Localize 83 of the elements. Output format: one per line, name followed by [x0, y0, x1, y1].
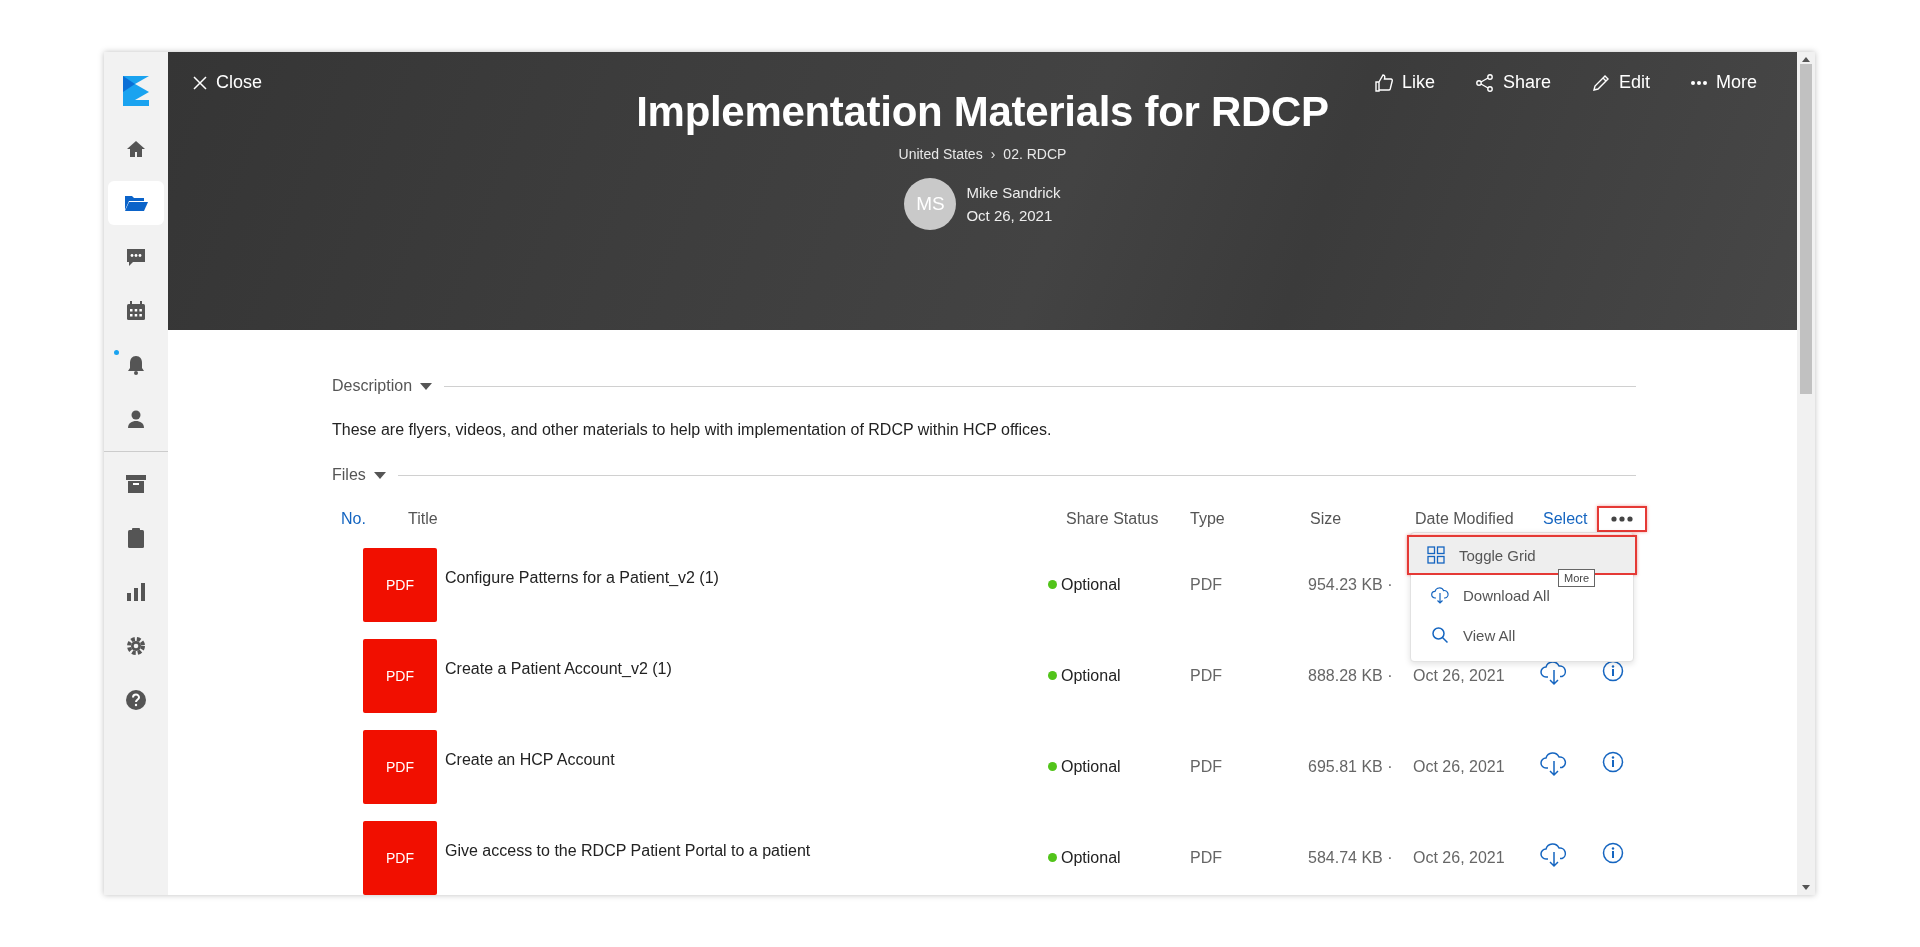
file-size: 695.81 KB · [1308, 757, 1393, 776]
more-button[interactable]: More [1688, 70, 1759, 95]
column-header[interactable]: Date Modified [1415, 510, 1514, 528]
search-icon [1431, 626, 1449, 644]
status-dot [1048, 580, 1057, 589]
caret-icon [420, 382, 433, 390]
breadcrumb-link[interactable]: 02. RDCP [1003, 146, 1067, 162]
like-button[interactable]: Like [1371, 70, 1437, 95]
select-link[interactable]: Select [1543, 510, 1588, 528]
pdf-thumbnail[interactable]: PDF [363, 820, 437, 895]
help-icon [125, 689, 147, 711]
pdf-thumbnail[interactable]: PDF [363, 547, 437, 622]
caret-icon [373, 471, 386, 479]
more-icon [1690, 79, 1708, 86]
section-toggle[interactable]: Description [332, 377, 433, 395]
clipboard-icon [125, 527, 147, 549]
post-date: Oct 26, 2021 [966, 207, 1054, 224]
info-icon[interactable] [1602, 841, 1624, 864]
share-button[interactable]: Share [1472, 70, 1553, 95]
file-type: PDF [1190, 848, 1222, 867]
grid-icon [1427, 546, 1445, 564]
date-modified: Oct 26, 2021 [1413, 757, 1505, 776]
column-header[interactable]: No. [341, 510, 366, 528]
section-toggle[interactable]: Files [332, 466, 386, 484]
menu-item[interactable]: View All [1411, 615, 1633, 655]
breadcrumb-link[interactable]: United States [898, 146, 983, 162]
file-type: PDF [1190, 757, 1222, 776]
chat-icon [125, 246, 147, 268]
logo-icon[interactable] [121, 74, 151, 108]
column-header[interactable]: Title [408, 510, 438, 528]
tooltip: More [1558, 569, 1596, 587]
file-type: PDF [1190, 666, 1222, 685]
cloud-download-icon[interactable] [1540, 659, 1568, 686]
description-text: These are flyers, videos, and other materials to help with implementation of RDCP within HCP offices. [332, 421, 1053, 439]
file-title[interactable]: Give access to the RDCP Patient Portal to a patient [437, 841, 811, 860]
cloud-download-icon[interactable] [1540, 750, 1568, 777]
bar-chart-icon [125, 581, 147, 603]
column-header[interactable]: Share Status [1066, 510, 1159, 528]
file-title[interactable]: Create an HCP Account [437, 750, 615, 769]
home-icon [125, 138, 147, 160]
share-icon [1474, 72, 1495, 93]
pdf-thumbnail[interactable]: PDF [363, 638, 437, 713]
more-icon [1611, 516, 1633, 522]
scrollbar[interactable] [1797, 52, 1815, 895]
edit-button[interactable]: Edit [1588, 70, 1652, 95]
date-modified: Oct 26, 2021 [1413, 848, 1505, 867]
file-size: 584.74 KB · [1308, 848, 1393, 867]
column-header[interactable]: Type [1190, 510, 1225, 528]
breadcrumb-separator: › [990, 146, 996, 162]
calendar-icon [125, 300, 147, 322]
file-size: 954.23 KB · [1308, 575, 1393, 594]
status-dot [1048, 853, 1057, 862]
share-status: Optional [1061, 575, 1121, 594]
status-dot [1048, 671, 1057, 680]
person-icon [125, 408, 147, 430]
file-type: PDF [1190, 575, 1222, 594]
bell-icon [125, 354, 147, 376]
file-size: 888.28 KB · [1308, 666, 1393, 685]
file-title[interactable]: Configure Patterns for a Patient_v2 (1) [437, 568, 719, 587]
cloud-download-icon [1431, 586, 1449, 604]
author-name: Mike Sandrick [966, 184, 1061, 201]
archive-box-icon [125, 473, 147, 495]
info-icon[interactable] [1602, 659, 1624, 682]
more-options-button[interactable] [1597, 506, 1647, 532]
settings-icon [125, 635, 147, 657]
scroll-down-icon[interactable] [1802, 885, 1810, 890]
menu-item[interactable]: Toggle Grid [1407, 535, 1637, 575]
pdf-thumbnail[interactable]: PDF [363, 729, 437, 804]
share-status: Optional [1061, 848, 1121, 867]
close-button[interactable]: Close [190, 70, 265, 95]
nav-button[interactable] [108, 181, 164, 225]
share-status: Optional [1061, 666, 1121, 685]
scrollbar-thumb[interactable] [1800, 64, 1812, 394]
file-title[interactable]: Create a Patient Account_v2 (1) [437, 659, 672, 678]
status-dot [1048, 762, 1057, 771]
close-icon [192, 74, 208, 91]
share-status: Optional [1061, 757, 1121, 776]
column-header[interactable]: Size [1310, 510, 1342, 528]
info-icon[interactable] [1602, 750, 1624, 773]
date-modified: Oct 26, 2021 [1413, 666, 1505, 685]
page-title: Implementation Materials for RDCP [636, 88, 1329, 136]
cloud-download-icon[interactable] [1540, 841, 1568, 868]
thumbs-up-icon [1373, 72, 1394, 93]
